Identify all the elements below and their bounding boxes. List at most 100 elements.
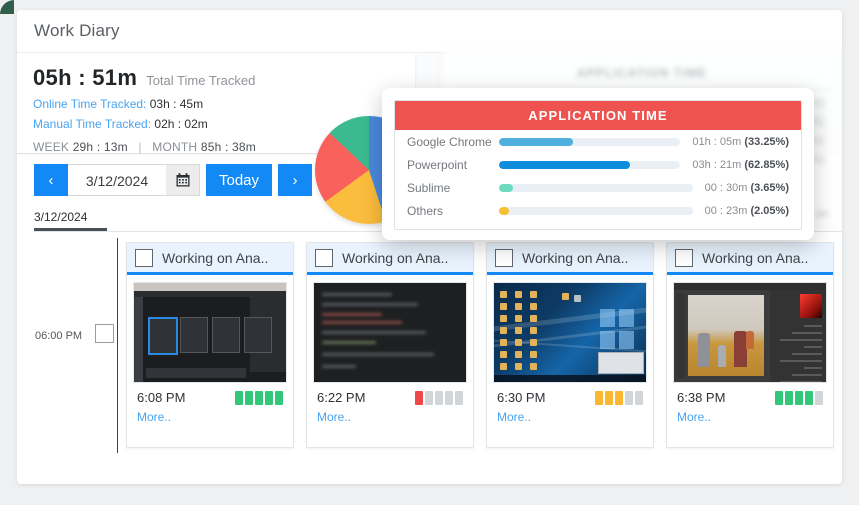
activity-bar [235,391,243,405]
screenshot-card[interactable]: Working on Ana.. 6:08 PM More.. [126,242,294,448]
card-footer: 6:08 PM [127,383,293,405]
windows-desktop-screenshot[interactable] [493,282,647,383]
card-header: Working on Ana.. [307,243,473,275]
excel-dark-screenshot[interactable] [133,282,287,383]
today-button[interactable]: Today [206,164,272,196]
code-editor-screenshot[interactable] [313,282,467,383]
popup-row: Google Chrome 01h : 05m (33.25%) [395,130,801,153]
activity-level-bars [415,391,463,405]
card-select-checkbox[interactable] [495,249,513,267]
popup-app-name: Sublime [407,181,499,195]
activity-bar [445,391,453,405]
screenshot-card[interactable]: Working on Ana.. 6:30 PM More.. [486,242,654,448]
activity-bar [245,391,253,405]
popup-progress-fill [499,207,509,215]
bg-footer-text: on [816,208,828,220]
activity-bar [635,391,643,405]
photoshop-screenshot[interactable] [673,282,827,383]
popup-app-percent: (33.25%) [744,136,789,148]
popup-row: Powerpoint03h : 21m (62.85%) [395,153,801,176]
activity-level-bars [235,391,283,405]
activity-level-bars [775,391,823,405]
total-time-label: Total Time Tracked [146,73,255,88]
manual-time-label: Manual Time Tracked: [33,117,151,131]
screenshot-card[interactable]: Working on Ana.. 6:38 PM More.. [666,242,834,448]
date-input[interactable]: 3/12/2024 [68,164,166,196]
activity-bar [605,391,613,405]
card-more-link[interactable]: More.. [667,405,833,424]
timeline-gutter: 06:00 PM [17,232,117,462]
popup-progress-track [499,207,693,215]
application-time-popup: APPLICATION TIME Google Chrome 01h : 05m … [382,88,814,240]
popup-progress-fill [499,184,513,192]
popup-app-value: 00 : 30m (3.65%) [705,182,789,194]
screenshot-card-list: Working on Ana.. 6:08 PM More.. Working … [117,232,842,462]
card-time: 6:30 PM [497,390,545,405]
calendar-icon[interactable] [166,164,200,196]
activity-bar [425,391,433,405]
card-footer: 6:22 PM [307,383,473,405]
previous-day-button[interactable]: ‹ [34,164,68,196]
popup-heading: APPLICATION TIME [395,101,801,130]
card-header: Working on Ana.. [487,243,653,275]
card-footer: 6:30 PM [487,383,653,405]
week-label: WEEK [33,140,69,154]
card-select-checkbox[interactable] [675,249,693,267]
application-time-bg-heading: APPLICATION TIME [442,48,842,80]
activity-bar [265,391,273,405]
hour-select-checkbox[interactable] [95,324,114,343]
card-more-link[interactable]: More.. [307,405,473,424]
popup-progress-track [499,184,693,192]
activity-level-bars [595,391,643,405]
online-time-value: 03h : 45m [150,97,203,111]
card-select-checkbox[interactable] [135,249,153,267]
card-title: Working on Ana.. [342,250,448,266]
page-title: Work Diary [34,21,120,41]
activity-bar [775,391,783,405]
card-title: Working on Ana.. [702,250,808,266]
week-value: 29h : 13m [73,140,128,154]
total-time-value: 05h : 51m [33,65,137,91]
screenshot-card[interactable]: Working on Ana.. 6:22 PM More.. [306,242,474,448]
activity-bar [255,391,263,405]
popup-app-name: Powerpoint [407,158,499,172]
popup-app-time: 03h : 21m [692,159,741,171]
card-more-link[interactable]: More.. [127,405,293,424]
work-diary-window: Work Diary 05h : 51m Total Time Tracked … [17,10,842,484]
card-more-link[interactable]: More.. [487,405,653,424]
popup-body: APPLICATION TIME Google Chrome 01h : 05m … [394,100,802,230]
popup-row: Sublime 00 : 30m (3.65%) [395,176,801,199]
timeline-vertical-rule [117,238,118,453]
activity-bar [805,391,813,405]
month-label: MONTH [152,140,197,154]
popup-app-value: 00 : 23m (2.05%) [705,205,789,217]
week-month-separator: | [138,140,141,154]
corner-accent-mark [0,0,14,14]
popup-app-time: 00 : 23m [705,205,748,217]
activity-bar [795,391,803,405]
card-select-checkbox[interactable] [315,249,333,267]
popup-app-percent: (3.65%) [750,182,789,194]
card-title: Working on Ana.. [522,250,628,266]
activity-bar [415,391,423,405]
activity-bar [785,391,793,405]
timeline-section: 06:00 PM Working on Ana.. 6:08 PM More..… [17,232,842,462]
card-time: 6:22 PM [317,390,365,405]
popup-rows: Google Chrome 01h : 05m (33.25%) Powerpoin… [395,130,801,222]
popup-row: Others 00 : 23m (2.05%) [395,199,801,222]
popup-app-name: Google Chrome [407,135,499,149]
activity-bar [435,391,443,405]
online-time-row: Online Time Tracked: 03h : 45m [33,97,415,111]
popup-app-time: 00 : 30m [705,182,748,194]
card-time: 6:38 PM [677,390,725,405]
total-time-row: 05h : 51m Total Time Tracked [33,65,415,91]
popup-app-name: Others [407,204,499,218]
card-time: 6:08 PM [137,390,185,405]
next-day-button[interactable]: › [278,164,312,196]
card-title: Working on Ana.. [162,250,268,266]
card-header: Working on Ana.. [667,243,833,275]
activity-bar [595,391,603,405]
month-value: 85h : 38m [201,140,256,154]
popup-progress-fill [499,161,630,169]
popup-app-value: 01h : 05m (33.25%) [692,136,789,148]
